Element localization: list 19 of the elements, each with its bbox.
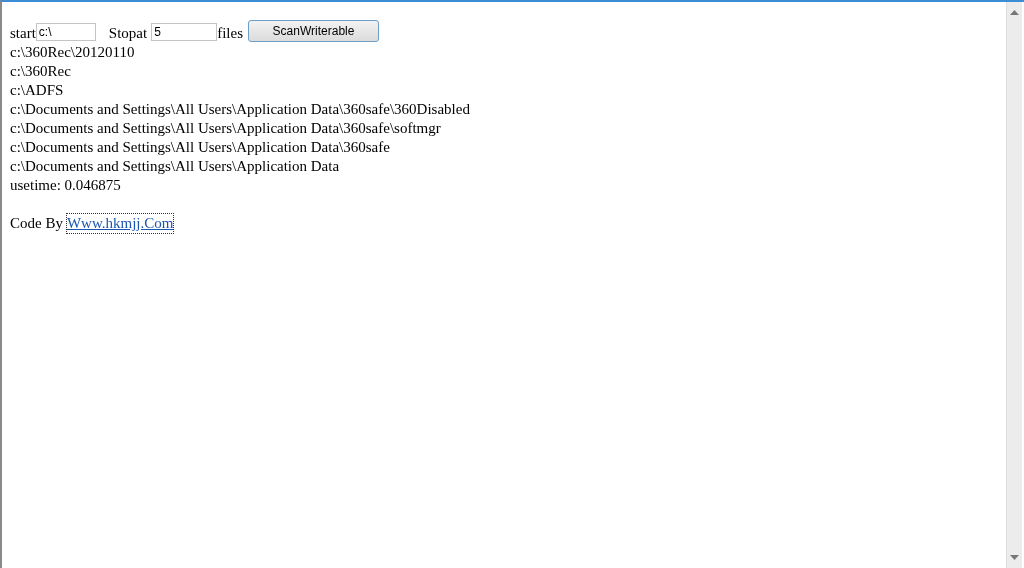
start-field[interactable]: c:\ <box>35 23 96 41</box>
result-path: c:\ADFS <box>10 81 65 100</box>
stopat-label: Stopat <box>108 24 148 43</box>
scroll-up-icon[interactable] <box>1010 10 1019 15</box>
result-path: c:\360Rec\20120110 <box>10 43 136 62</box>
scrollbar[interactable] <box>1006 2 1022 568</box>
scroll-down-icon[interactable] <box>1010 555 1019 560</box>
start-label: start <box>10 24 36 43</box>
site-link[interactable]: Www.hkmjj.Com <box>66 214 174 233</box>
stopat-field[interactable]: 5 <box>151 23 218 41</box>
result-path: c:\Documents and Settings\All Users\Application Data\360safe <box>10 138 391 157</box>
credit-label: Code By <box>10 214 63 233</box>
usetime-text: usetime: 0.046875 <box>10 176 122 195</box>
result-path: c:\360Rec <box>10 62 72 81</box>
result-path: c:\Documents and Settings\All Users\Application Data <box>10 157 341 176</box>
scan-button[interactable]: ScanWriterable <box>248 20 379 42</box>
result-path: c:\Documents and Settings\All Users\Application Data\360safe\360Disabled <box>10 100 471 119</box>
files-label: files <box>217 24 243 43</box>
result-path: c:\Documents and Settings\All Users\Application Data\360safe\softmgr <box>10 119 442 138</box>
